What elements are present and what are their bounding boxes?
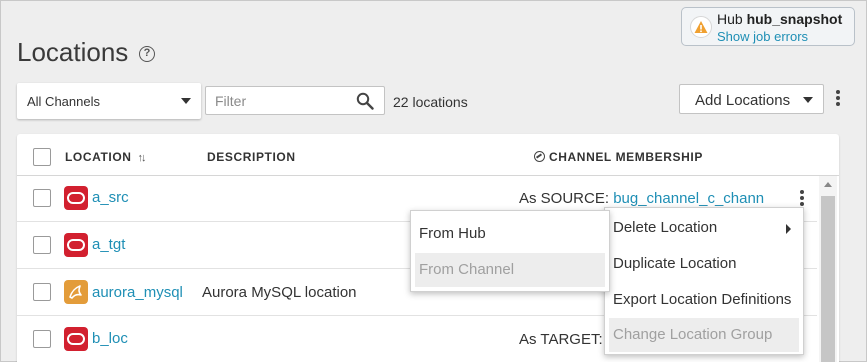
scrollbar-thumb[interactable] — [821, 196, 835, 362]
location-name-link[interactable]: b_loc — [92, 330, 128, 347]
sort-icon[interactable]: ↑↓ — [138, 152, 147, 164]
column-header-location[interactable]: LOCATION ↑↓ — [65, 150, 147, 164]
hub-prefix: Hub — [717, 11, 743, 27]
menu-item-label: Delete Location — [613, 219, 718, 236]
column-header-label: CHANNEL MEMBERSHIP — [549, 150, 703, 164]
delete-location-submenu: From Hub From Channel — [410, 210, 610, 292]
hub-label: Hub hub_snapshot — [717, 11, 842, 27]
chevron-down-icon — [181, 98, 191, 104]
menu-item-duplicate-location[interactable]: Duplicate Location — [609, 247, 799, 281]
column-header-channel-membership: CHANNEL MEMBERSHIP — [534, 150, 703, 164]
location-name-link[interactable]: a_src — [92, 189, 129, 206]
row-checkbox[interactable] — [33, 330, 51, 348]
oracle-icon — [64, 186, 88, 210]
location-count: 22 locations — [393, 94, 468, 110]
warning-triangle-icon — [690, 16, 712, 38]
membership-role: As SOURCE: — [519, 190, 614, 207]
menu-item-export-location-definitions[interactable]: Export Location Definitions — [609, 283, 799, 317]
hub-name: hub_snapshot — [746, 11, 843, 27]
show-job-errors-link[interactable]: Show job errors — [717, 29, 808, 44]
menu-item-from-channel: From Channel — [415, 253, 605, 287]
column-header-label: LOCATION — [65, 150, 132, 164]
menu-item-from-hub[interactable]: From Hub — [415, 217, 605, 251]
page-title: Locations — [17, 37, 129, 67]
row-checkbox[interactable] — [33, 189, 51, 207]
location-description: Aurora MySQL location — [202, 284, 357, 301]
search-icon[interactable] — [356, 92, 374, 110]
chevron-down-icon — [803, 97, 813, 103]
channel-select[interactable]: All Channels — [17, 83, 201, 119]
scroll-up-arrow-icon[interactable] — [824, 182, 832, 187]
hub-status-badge[interactable]: Hub hub_snapshot Show job errors — [681, 7, 855, 46]
filter-field[interactable] — [205, 86, 385, 115]
header-divider — [17, 175, 839, 176]
more-options-icon[interactable] — [836, 90, 840, 108]
row-more-options-icon[interactable] — [800, 190, 804, 208]
oracle-icon — [64, 233, 88, 257]
row-checkbox[interactable] — [33, 283, 51, 301]
membership-role: As TARGET: — [519, 331, 607, 348]
menu-item-change-location-group: Change Location Group — [609, 318, 799, 352]
question-circle-icon[interactable]: ? — [139, 46, 155, 62]
mysql-dolphin-icon — [64, 280, 88, 304]
menu-item-delete-location[interactable]: Delete Location — [609, 211, 799, 245]
filter-input[interactable] — [206, 87, 351, 114]
add-locations-button[interactable]: Add Locations — [679, 84, 824, 114]
column-header-description: DESCRIPTION — [207, 150, 296, 164]
location-row-menu: Delete Location Duplicate Location Expor… — [604, 207, 804, 355]
location-name-link[interactable]: aurora_mysql — [92, 284, 183, 301]
select-all-checkbox[interactable] — [33, 148, 51, 166]
channel-membership-icon — [534, 151, 545, 162]
oracle-icon — [64, 327, 88, 351]
row-checkbox[interactable] — [33, 236, 51, 254]
add-locations-label: Add Locations — [695, 92, 791, 109]
channel-membership: As TARGET: n — [519, 331, 615, 348]
chevron-right-icon — [786, 224, 791, 234]
channel-select-value: All Channels — [27, 94, 100, 109]
location-name-link[interactable]: a_tgt — [92, 236, 125, 253]
channel-membership: As SOURCE: bug_channel_c_chann — [519, 190, 764, 207]
channel-link[interactable]: bug_channel_c_chann — [613, 190, 764, 207]
